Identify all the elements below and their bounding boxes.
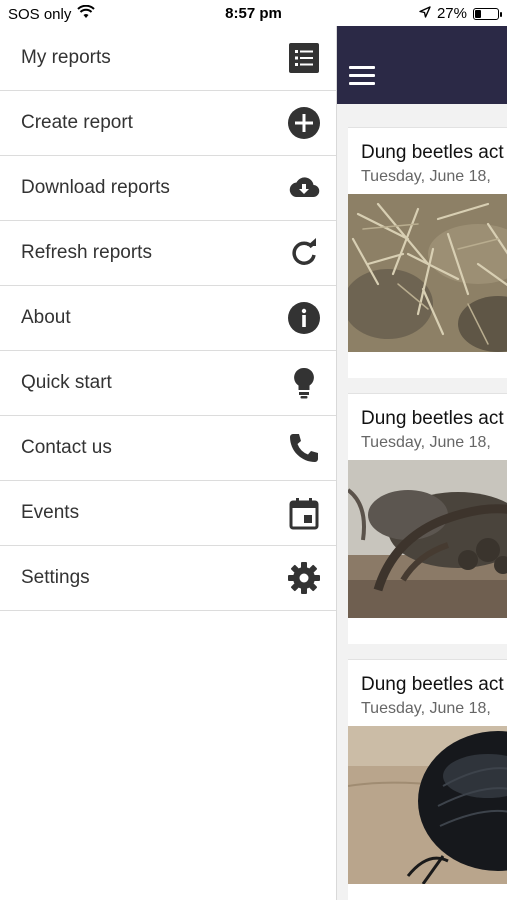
menu-item-label: Download reports	[21, 177, 170, 198]
report-title: Dung beetles act	[361, 408, 504, 429]
calendar-icon	[286, 495, 322, 531]
menu-item-create-report[interactable]: Create report	[0, 91, 336, 156]
menu-item-label: Create report	[21, 112, 133, 133]
menu-item-about[interactable]: About	[0, 286, 336, 351]
menu-item-label: Contact us	[21, 437, 112, 458]
menu-item-label: Settings	[21, 567, 90, 588]
app-bar	[336, 26, 507, 104]
menu-item-label: My reports	[21, 47, 111, 68]
menu-icon[interactable]	[349, 66, 375, 86]
lightbulb-icon	[286, 365, 322, 401]
menu-item-label: Quick start	[21, 372, 112, 393]
status-bar: SOS only 8:57 pm 27%	[0, 0, 507, 26]
menu-item-download-reports[interactable]: Download reports	[0, 156, 336, 221]
report-photo-tree-landscape	[348, 460, 507, 618]
menu-item-my-reports[interactable]: My reports	[0, 26, 336, 91]
menu-item-refresh-reports[interactable]: Refresh reports	[0, 221, 336, 286]
report-photo-black-beetle	[348, 726, 507, 884]
report-date: Tuesday, June 18,	[361, 168, 491, 185]
battery-level	[475, 9, 481, 18]
cloud-download-icon	[286, 170, 322, 206]
menu-item-settings[interactable]: Settings	[0, 546, 336, 611]
report-card[interactable]: Dung beetles act Tuesday, June 18,	[348, 127, 507, 378]
plus-circle-icon	[286, 105, 322, 141]
report-card[interactable]: Dung beetles act Tuesday, June 18,	[348, 393, 507, 644]
gear-icon	[286, 560, 322, 596]
menu-item-events[interactable]: Events	[0, 481, 336, 546]
report-title: Dung beetles act	[361, 674, 504, 695]
battery-percent: 27%	[436, 5, 467, 22]
report-photo-straw-dung	[348, 194, 507, 352]
reports-screen: Dung beetles act Tuesday, June 18, Dung …	[336, 26, 507, 900]
location-arrow-icon	[419, 5, 431, 22]
refresh-icon	[286, 235, 322, 271]
phone-icon	[286, 430, 322, 466]
battery-icon	[473, 7, 502, 20]
menu-item-quick-start[interactable]: Quick start	[0, 351, 336, 416]
report-card[interactable]: Dung beetles act Tuesday, June 18,	[348, 659, 507, 900]
menu-item-label: Events	[21, 502, 80, 523]
list-icon	[286, 40, 322, 76]
report-date: Tuesday, June 18,	[361, 700, 491, 717]
info-icon	[286, 300, 322, 336]
report-title: Dung beetles act	[361, 142, 504, 163]
carrier-label: SOS only	[8, 5, 72, 23]
menu-item-label: About	[21, 307, 71, 328]
report-date: Tuesday, June 18,	[361, 434, 491, 451]
menu-item-contact-us[interactable]: Contact us	[0, 416, 336, 481]
wifi-icon	[77, 4, 96, 23]
navigation-drawer: My reports Create report Download report…	[0, 26, 337, 900]
menu-item-label: Refresh reports	[21, 242, 152, 263]
